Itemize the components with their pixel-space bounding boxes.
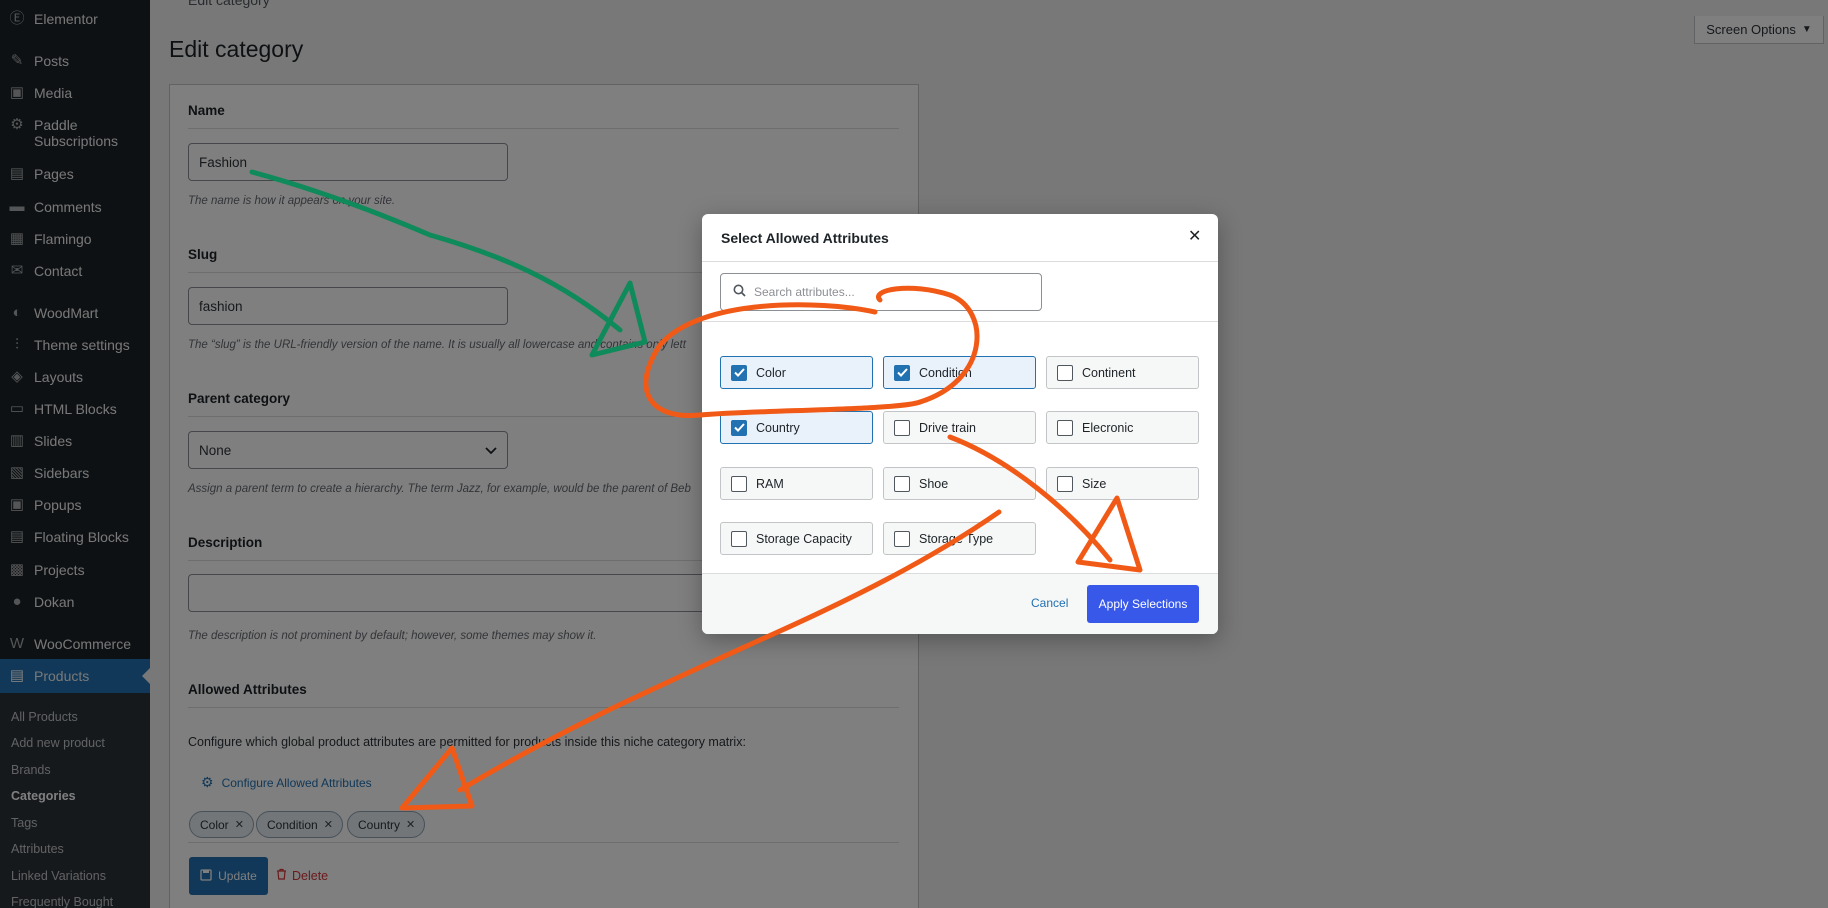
attribute-option-color[interactable]: Color [720, 356, 873, 389]
attribute-option-continent[interactable]: Continent [1046, 356, 1199, 389]
apply-selections-button[interactable]: Apply Selections [1087, 585, 1199, 623]
checkbox-unchecked[interactable] [894, 475, 910, 492]
checkbox-unchecked[interactable] [1057, 419, 1073, 436]
attribute-option-storage-type[interactable]: Storage Type [883, 522, 1036, 555]
checkbox-unchecked[interactable] [1057, 364, 1073, 381]
checkbox-unchecked[interactable] [894, 419, 910, 436]
attribute-option-ram[interactable]: RAM [720, 467, 873, 500]
checkbox-checked[interactable] [731, 364, 747, 381]
checkbox-unchecked[interactable] [894, 530, 910, 547]
separator [702, 321, 1218, 322]
attribute-option-storage-capacity[interactable]: Storage Capacity [720, 522, 873, 555]
modal-title: Select Allowed Attributes [721, 230, 889, 246]
checkbox-unchecked[interactable] [731, 475, 747, 492]
checkbox-checked[interactable] [894, 364, 910, 381]
select-attributes-modal: Select Allowed Attributes ✕ Search attri… [702, 214, 1218, 634]
checkbox-checked[interactable] [731, 419, 747, 436]
checkbox-unchecked[interactable] [731, 530, 747, 547]
attribute-option-elecronic[interactable]: Elecronic [1046, 411, 1199, 444]
close-icon[interactable]: ✕ [1188, 226, 1201, 246]
checkbox-unchecked[interactable] [1057, 475, 1073, 492]
separator [702, 261, 1218, 262]
attribute-option-shoe[interactable]: Shoe [883, 467, 1036, 500]
modal-footer: Cancel Apply Selections [702, 573, 1218, 634]
cancel-button[interactable]: Cancel [1031, 596, 1068, 610]
attribute-option-size[interactable]: Size [1046, 467, 1199, 500]
attribute-option-country[interactable]: Country [720, 411, 873, 444]
attribute-option-drive-train[interactable]: Drive train [883, 411, 1036, 444]
search-attributes-input[interactable]: Search attributes... [720, 273, 1042, 311]
attribute-option-condition[interactable]: Condition [883, 356, 1036, 389]
search-icon [733, 284, 746, 300]
